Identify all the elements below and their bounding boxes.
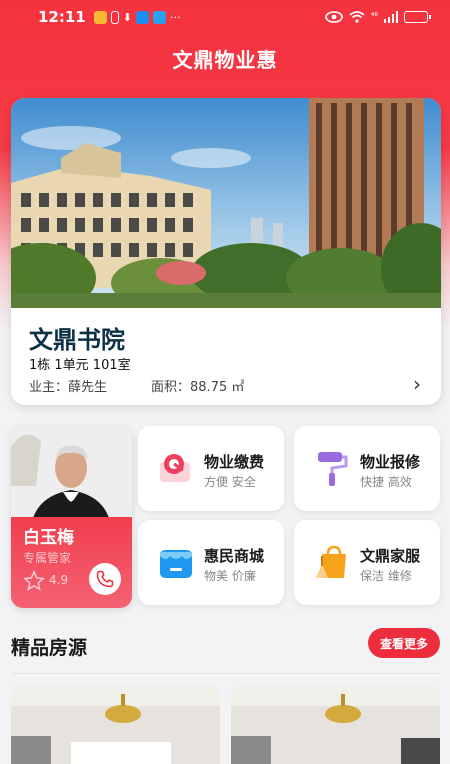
search-app-icon	[152, 10, 166, 24]
listing-photo	[231, 686, 440, 764]
status-time: 12:11	[38, 8, 86, 26]
chevron-right-icon[interactable]: ›	[413, 372, 421, 396]
signal-icon	[384, 11, 398, 23]
listing-card[interactable]	[11, 686, 220, 764]
service-tile-payment[interactable]: 物业缴费 方便 安全	[138, 426, 284, 511]
property-unit: 1栋 1单元 101室	[29, 358, 131, 373]
section-title-listings: 精品房源	[11, 637, 88, 659]
service-subtitle: 保洁 维修	[360, 569, 412, 583]
owner-name: 薛先生	[68, 380, 108, 395]
service-title: 物业缴费	[204, 453, 265, 471]
manager-rating: 4.9	[49, 573, 69, 587]
manager-info: 白玉梅 专属管家 4.9	[11, 517, 132, 608]
service-title: 文鼎家服	[360, 547, 421, 565]
service-tile-home-service[interactable]: 文鼎家服 保洁 维修	[294, 520, 440, 605]
divider	[11, 673, 440, 674]
cleaning-bag-icon	[316, 545, 346, 578]
phone-icon	[96, 570, 114, 588]
star-icon	[23, 570, 45, 591]
more-dots-icon: ···	[169, 10, 181, 24]
service-tile-mall[interactable]: 惠民商城 物美 价廉	[138, 520, 284, 605]
manager-photo	[11, 426, 132, 526]
phone-outline-icon	[110, 10, 119, 24]
system-icons: ⁴⁶	[324, 11, 431, 23]
area-label: 面积：	[151, 380, 191, 395]
manager-card[interactable]: 白玉梅 专属管家 4.9	[11, 426, 132, 608]
service-tile-repair[interactable]: 物业报修 快捷 高效	[294, 426, 440, 511]
service-subtitle: 物美 价廉	[204, 569, 256, 583]
payment-icon	[160, 454, 190, 482]
property-card[interactable]: 文鼎书院 1栋 1单元 101室 业主：薛先生 面积：88.75 ㎡ ›	[11, 98, 441, 405]
property-area: 面积：88.75 ㎡	[151, 376, 244, 395]
manager-name: 白玉梅	[23, 528, 74, 548]
owner-label: 业主：	[29, 380, 69, 395]
weibo-icon	[93, 10, 107, 24]
notification-icons: ⬇ ···	[93, 10, 181, 24]
call-button[interactable]	[89, 563, 121, 595]
service-title: 物业报修	[360, 453, 421, 471]
shop-icon	[160, 550, 192, 578]
service-title: 惠民商城	[204, 547, 265, 565]
service-subtitle: 方便 安全	[204, 475, 256, 489]
manager-role: 专属管家	[23, 551, 72, 565]
listing-card[interactable]	[231, 686, 440, 764]
shield-icon	[135, 10, 149, 24]
paint-roller-icon	[318, 452, 348, 486]
listing-photo	[11, 686, 220, 764]
area-value: 88.75 ㎡	[190, 380, 245, 395]
battery-icon	[404, 11, 431, 23]
property-name: 文鼎书院	[29, 326, 125, 354]
property-owner: 业主：薛先生	[29, 376, 107, 395]
download-icon: ⬇	[122, 10, 132, 24]
view-more-button[interactable]: 查看更多	[368, 628, 440, 658]
eye-icon	[324, 11, 343, 23]
signal-text: ⁴⁶	[370, 12, 378, 22]
service-subtitle: 快捷 高效	[360, 475, 412, 489]
property-photo	[11, 98, 441, 308]
wifi-icon	[349, 11, 365, 23]
app-title: 文鼎物业惠	[172, 48, 278, 72]
status-bar: 12:11 ⬇ ··· ⁴⁶	[0, 0, 450, 34]
